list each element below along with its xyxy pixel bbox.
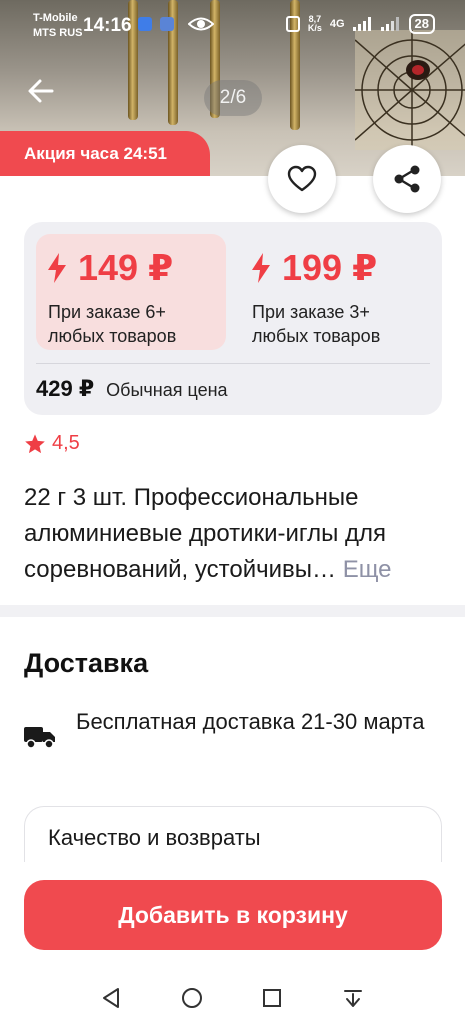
status-bar: T-Mobile MTS RUS 14:16 8,7 K/s 4G 28 [0, 0, 465, 50]
divider [36, 363, 430, 364]
lightning-icon [252, 253, 270, 283]
battery-indicator: 28 [408, 14, 435, 34]
add-to-cart-button[interactable]: Добавить в корзину [24, 880, 442, 950]
tier-condition: При заказе 3+ любых товаров [252, 302, 381, 346]
network-type: 4G [329, 18, 345, 30]
rating-value: 4,5 [52, 432, 80, 454]
tier-price-value: 149 ₽ [78, 247, 174, 288]
star-icon [25, 433, 45, 453]
promo-timer-badge: Акция часа 24:51 [0, 131, 210, 176]
signal-icon [352, 17, 371, 31]
delivery-option[interactable]: Бесплатная доставка 21-30 марта [24, 706, 436, 750]
price-tier-6plus[interactable]: 149 ₽ При заказе 6+ любых товаров [36, 234, 226, 350]
share-icon [394, 165, 420, 193]
tier-price: 199 ₽ [252, 247, 430, 288]
heart-icon [287, 165, 317, 192]
eye-icon [188, 17, 214, 31]
net-speed-unit: K/s [307, 23, 322, 33]
favorite-button[interactable] [268, 145, 336, 213]
price-card: 149 ₽ При заказе 6+ любых товаров 199 ₽ … [24, 222, 442, 415]
tier-condition: При заказе 6+ любых товаров [48, 302, 177, 346]
nav-notifications-icon[interactable] [341, 986, 365, 1010]
gallery-counter: 2/6 [204, 80, 262, 116]
nfc-icon [285, 16, 300, 32]
system-nav-bar [0, 960, 465, 1024]
carrier-name: T-Mobile [33, 12, 78, 24]
nav-back-icon[interactable] [99, 986, 123, 1010]
delivery-heading: Доставка [24, 648, 149, 678]
app-notification-icon [160, 17, 174, 31]
signal-icon-secondary [380, 17, 399, 31]
truck-icon [24, 727, 55, 749]
net-speed: 8,7 K/s [308, 15, 322, 33]
clock: 14:16 [83, 15, 132, 36]
product-title: 22 г 3 шт. Профессиональные алюминиевые … [24, 480, 444, 588]
carrier-info: T-Mobile MTS RUS [33, 11, 83, 41]
lightning-icon [48, 253, 66, 283]
returns-label: Качество и возвраты [48, 825, 261, 850]
read-more-link[interactable]: Еще [343, 556, 392, 583]
regular-price: 429 ₽ [36, 376, 95, 401]
nav-home-icon[interactable] [180, 986, 204, 1010]
nav-recents-icon[interactable] [260, 986, 284, 1010]
back-arrow-icon[interactable] [24, 74, 58, 108]
rating[interactable]: 4,5 [24, 432, 80, 455]
share-button[interactable] [373, 145, 441, 213]
regular-price-label: Обычная цена [106, 380, 228, 400]
price-tier-3plus[interactable]: 199 ₽ При заказе 3+ любых товаров [240, 234, 430, 350]
regular-price-row: 429 ₽ Обычная цена [36, 376, 228, 402]
app-notification-icon [138, 17, 152, 31]
tier-price: 149 ₽ [48, 247, 226, 288]
tier-price-value: 199 ₽ [282, 247, 378, 288]
product-title-text: 22 г 3 шт. Профессиональные алюминиевые … [24, 484, 387, 583]
section-divider [0, 605, 465, 617]
delivery-text: Бесплатная доставка 21-30 марта [76, 709, 425, 734]
bottom-action-bar: Добавить в корзину [0, 862, 465, 952]
carrier-name-secondary: MTS RUS [33, 27, 83, 39]
status-icons: 8,7 K/s 4G 28 [285, 14, 435, 34]
